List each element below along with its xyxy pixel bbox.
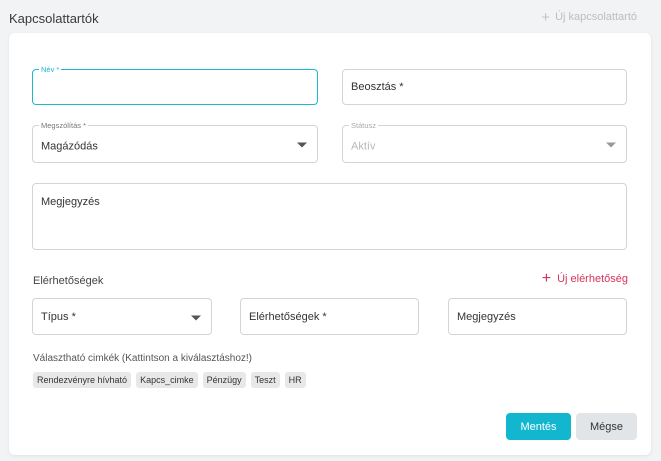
status-label: Státusz (349, 121, 379, 130)
cancel-button[interactable]: Mégse (576, 413, 637, 440)
salutation-value: Magázódás (41, 140, 98, 153)
tag-chip[interactable]: Rendezvényre hívható (33, 372, 132, 388)
tag-chip[interactable]: Kapcs_cimke (136, 372, 198, 388)
note-textarea[interactable]: Megjegyzés (32, 183, 627, 250)
salutation-label: Megszólítás * (39, 121, 89, 130)
contact-type-placeholder: Típus * (41, 310, 76, 323)
add-contact-method-button[interactable]: + Új elérhetőség (541, 270, 628, 287)
chevron-down-icon (297, 142, 307, 148)
position-field[interactable]: Beosztás * (342, 69, 627, 105)
salutation-select[interactable]: Megszólítás * Magázódás (32, 121, 318, 163)
contact-note-field[interactable]: Megjegyzés (448, 298, 627, 335)
add-contact-person-button[interactable]: + Új kapcsolattartó (541, 8, 637, 26)
contact-note-placeholder: Megjegyzés (457, 310, 516, 323)
position-placeholder: Beosztás * (351, 81, 404, 93)
contact-type-select[interactable]: Típus * (32, 298, 212, 335)
add-contact-person-label: Új kapcsolattartó (555, 11, 637, 23)
contact-value-field[interactable]: Elérhetőségek * (240, 298, 419, 335)
tag-chip[interactable]: HR (284, 372, 306, 388)
name-field[interactable]: Név * (32, 65, 318, 105)
tag-chip[interactable]: Pénzügy (202, 372, 246, 388)
contacts-section-label: Elérhetőségek (33, 275, 104, 287)
status-value: Aktív (351, 140, 376, 153)
save-button[interactable]: Mentés (506, 413, 571, 440)
plus-icon: + (541, 270, 552, 287)
plus-icon: + (541, 8, 551, 26)
chevron-down-icon (606, 142, 616, 148)
status-select: Státusz Aktív (342, 121, 627, 163)
note-placeholder: Megjegyzés (41, 196, 100, 208)
name-label: Név * (39, 65, 62, 74)
contact-value-placeholder: Elérhetőségek * (249, 310, 327, 323)
add-contact-method-label: Új elérhetőség (557, 273, 628, 285)
tags-label: Választható cimkék (Kattintson a kiválas… (33, 353, 252, 364)
chevron-down-icon (191, 315, 201, 320)
page-title: Kapcsolattartók (9, 11, 99, 26)
tag-chip[interactable]: Teszt (250, 372, 280, 388)
tag-list: Rendezvényre hívható Kapcs_cimke Pénzügy… (33, 372, 306, 388)
